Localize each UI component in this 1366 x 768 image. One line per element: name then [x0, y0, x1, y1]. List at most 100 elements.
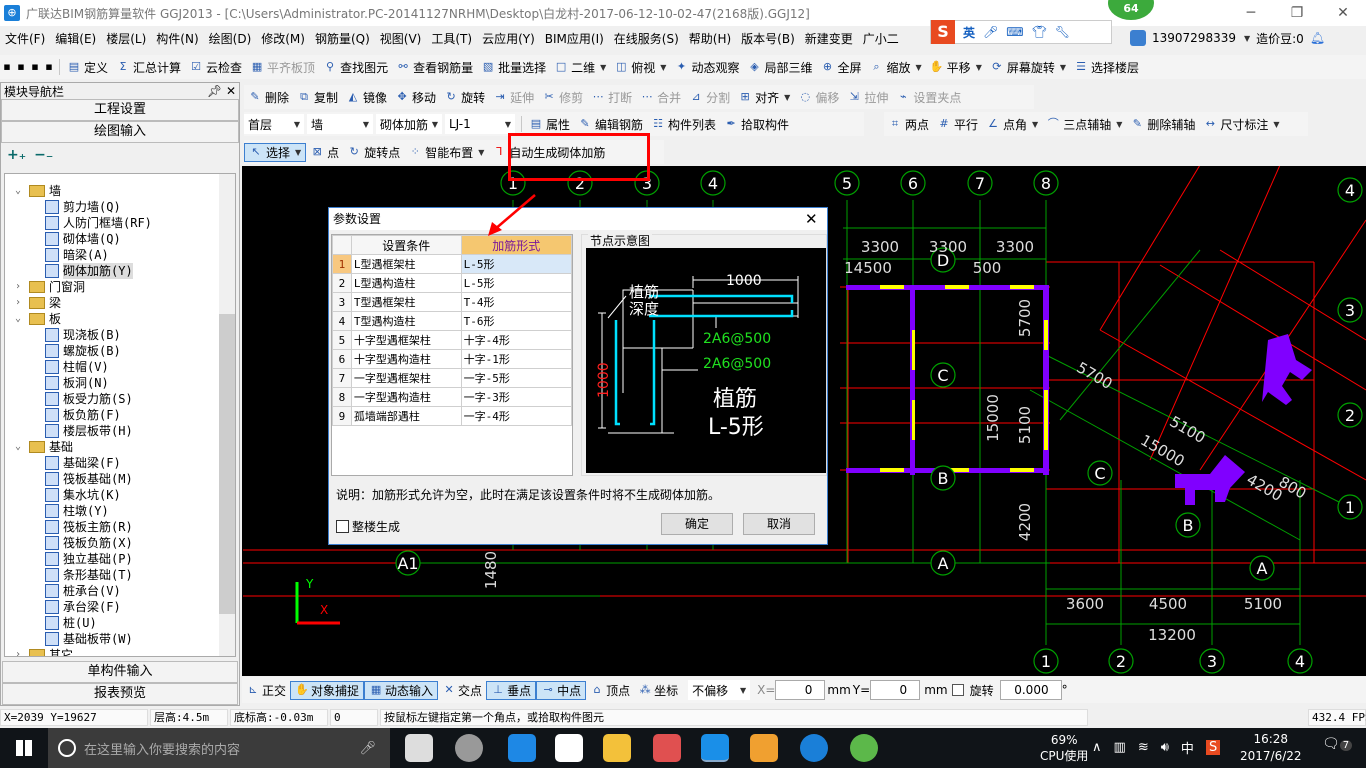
close-button[interactable]: ✕: [1320, 0, 1366, 26]
tree-item[interactable]: 基础板带(W): [45, 631, 133, 647]
tool-13[interactable]: ✋ 平移 ▼: [926, 59, 986, 76]
maximize-button[interactable]: ❐: [1274, 0, 1320, 26]
table-row[interactable]: 8 一字型遇构造柱 一字-3形: [332, 387, 573, 407]
tool-0[interactable]: ↖ 选择 ▼: [244, 142, 307, 162]
menu-item[interactable]: 工具(T): [426, 30, 477, 47]
table-row[interactable]: 7 一字型遇框架柱 一字-5形: [332, 368, 573, 388]
tree-item[interactable]: 筏板主筋(R): [45, 519, 133, 535]
rotate-input[interactable]: 0.000: [999, 680, 1062, 700]
tree-item[interactable]: 承台梁(F): [45, 599, 121, 615]
expand-all-icon[interactable]: +₊: [7, 147, 26, 163]
volume-icon[interactable]: 🔊︎: [1161, 740, 1169, 755]
tool-6[interactable]: ▧ 批量选择: [477, 59, 550, 76]
tree-item[interactable]: ⌄ 墙: [15, 183, 61, 199]
tool-1[interactable]: ⊠ 点: [306, 144, 343, 161]
menu-item[interactable]: 构件(N): [151, 30, 203, 47]
tree-item[interactable]: 筏板负筋(X): [45, 535, 133, 551]
tool-9[interactable]: ✦ 动态观察: [670, 59, 743, 76]
taskbar-app-fan-icon[interactable]: [405, 734, 433, 762]
table-row[interactable]: 9 孤墙端部遇柱 一字-4形: [332, 406, 573, 426]
input-lang[interactable]: 中: [1181, 738, 1194, 757]
menu-item[interactable]: 文件(F): [0, 30, 50, 47]
ggj-app-icon[interactable]: [701, 734, 729, 762]
tool-4[interactable]: ✎ 删除辅轴: [1126, 116, 1199, 133]
menu-item[interactable]: 楼层(L): [101, 30, 151, 47]
tool-2[interactable]: ☑ 云检查: [185, 59, 246, 76]
tree-item[interactable]: 暗梁(A): [45, 247, 109, 263]
tool-0[interactable]: ▤ 定义: [63, 59, 112, 76]
snap-4[interactable]: ⊥ 垂点: [486, 680, 537, 700]
tool-11[interactable]: ◌ 偏移: [794, 89, 843, 106]
dropdown-arrow-icon[interactable]: ▼: [976, 63, 982, 72]
tree-item[interactable]: 板洞(N): [45, 375, 109, 391]
tree-item[interactable]: 楼层板带(H): [45, 423, 133, 439]
snap-3[interactable]: ✕ 交点: [438, 682, 486, 699]
collapse-all-icon[interactable]: −₋: [34, 147, 53, 163]
tool-4[interactable]: ↻ 旋转: [440, 89, 489, 106]
tool-13[interactable]: ⌁ 设置夹点: [892, 89, 965, 106]
tool-12[interactable]: ⇲ 拉伸: [843, 89, 892, 106]
rotate-checkbox[interactable]: [951, 684, 964, 696]
tool-0[interactable]: ✎ 删除: [244, 89, 293, 106]
snap-0[interactable]: ⊾ 正交: [242, 682, 290, 699]
tool-2[interactable]: ☷ 构件列表: [647, 116, 720, 133]
menu-item[interactable]: 钢筋量(Q): [310, 30, 375, 47]
chevron-right-icon[interactable]: ›: [15, 647, 25, 656]
snap-1[interactable]: ✋ 对象捕捉: [290, 680, 365, 700]
tree-item[interactable]: › 梁: [15, 295, 61, 311]
tool-1[interactable]: Σ 汇总计算: [112, 59, 185, 76]
dropdown-arrow-icon[interactable]: ▼: [1116, 120, 1122, 129]
row-rebar-form[interactable]: 一字-4形: [460, 406, 573, 426]
notification-icon[interactable]: 🗨︎ 7: [1322, 736, 1353, 752]
whole-building-checkbox[interactable]: 整楼生成: [336, 518, 400, 535]
tool-5[interactable]: ↔ 尺寸标注 ▼: [1199, 116, 1283, 133]
dropdown-arrow-icon[interactable]: ▼: [1060, 63, 1066, 72]
store-icon[interactable]: [555, 734, 583, 762]
tool-1[interactable]: ✎ 编辑钢筋: [574, 116, 647, 133]
snap-6[interactable]: ⌂ 顶点: [586, 682, 634, 699]
menu-item[interactable]: 修改(M): [256, 30, 310, 47]
tree-item[interactable]: 柱帽(V): [45, 359, 109, 375]
chevron-right-icon[interactable]: ›: [15, 279, 25, 295]
dropdown-arrow-icon[interactable]: ▼: [478, 148, 484, 157]
tree-item[interactable]: 板负筋(F): [45, 407, 121, 423]
row-rebar-form[interactable]: T-4形: [460, 292, 573, 312]
bell-icon[interactable]: 🔔︎: [1310, 31, 1325, 45]
floor-select[interactable]: 首层 ▼: [244, 114, 304, 134]
row-rebar-form[interactable]: 十字-4形: [460, 330, 573, 350]
table-row[interactable]: 3 T型遇框架柱 T-4形: [332, 292, 573, 312]
tool-0[interactable]: ▤ 属性: [525, 116, 574, 133]
tool-3[interactable]: ✒ 拾取构件: [720, 116, 793, 133]
tool-4[interactable]: ⚲ 查找图元: [319, 59, 392, 76]
y-input[interactable]: 0: [870, 680, 921, 700]
tool-1[interactable]: ⧉ 复制: [293, 89, 342, 106]
sogou-tray-icon[interactable]: S: [1205, 740, 1221, 755]
type-select[interactable]: 墙 ▼: [307, 114, 373, 134]
nav-report-preview[interactable]: 报表预览: [2, 683, 238, 705]
tool-2[interactable]: ∠ 点角 ▼: [982, 116, 1042, 133]
chevron-right-icon[interactable]: ›: [15, 295, 25, 311]
table-row[interactable]: 1 L型遇框架柱 L-5形: [332, 254, 573, 274]
pin-icon[interactable]: 📌︎: [207, 84, 222, 98]
taskbar-app-swirl-icon[interactable]: [455, 734, 483, 762]
dropdown-arrow-icon[interactable]: ▼: [295, 148, 301, 157]
table-row[interactable]: 6 十字型遇构造柱 十字-1形: [332, 349, 573, 369]
score-badge[interactable]: 64: [1108, 0, 1154, 20]
tool-10[interactable]: ◈ 局部三维: [743, 59, 816, 76]
tree-item[interactable]: 砌体加筋(Y): [45, 263, 133, 279]
row-rebar-form[interactable]: 一字-5形: [460, 368, 573, 388]
row-rebar-form[interactable]: 十字-1形: [460, 349, 573, 369]
subtype-select[interactable]: 砌体加筋 ▼: [376, 114, 442, 134]
tree-item[interactable]: › 门窗洞: [15, 279, 85, 295]
row-rebar-form[interactable]: L-5形: [460, 273, 573, 293]
menu-item[interactable]: BIM应用(I): [540, 30, 609, 47]
taskbar-app-note-icon[interactable]: [750, 734, 778, 762]
snap-2[interactable]: ▦ 动态输入: [364, 680, 439, 700]
tool-3[interactable]: ▦ 平齐板顶: [246, 59, 319, 76]
tool-3[interactable]: ⌒ 三点辅轴 ▼: [1042, 116, 1126, 133]
snap-7[interactable]: ⁂ 坐标: [634, 682, 682, 699]
dialog-close-button[interactable]: ✕: [805, 208, 827, 230]
tree-item[interactable]: › 其它: [15, 647, 73, 656]
tree-item[interactable]: 条形基础(T): [45, 567, 133, 583]
offset-select[interactable]: 不偏移 ▼: [688, 680, 751, 700]
